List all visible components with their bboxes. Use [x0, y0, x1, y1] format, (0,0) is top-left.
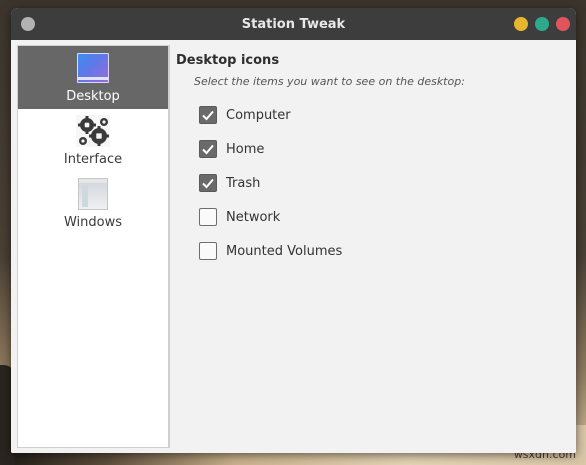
checkmark-icon: [202, 110, 214, 121]
checkbox-unchecked[interactable]: [199, 242, 217, 260]
option-network[interactable]: Network: [199, 200, 566, 234]
checkbox-checked[interactable]: [199, 174, 217, 192]
checkmark-icon: [202, 144, 214, 155]
option-trash[interactable]: Trash: [199, 166, 566, 200]
pane-divider[interactable]: [169, 45, 170, 448]
titlebar[interactable]: Station Tweak: [11, 8, 576, 40]
sidebar-item-label: Interface: [63, 152, 123, 167]
checkbox-checked[interactable]: [199, 140, 217, 158]
station-tweak-window: Station Tweak Desktop Interface Windows …: [11, 8, 576, 453]
maximize-button[interactable]: [535, 17, 549, 31]
sidebar-item-desktop[interactable]: Desktop: [18, 46, 168, 109]
option-label: Mounted Volumes: [226, 243, 343, 259]
checkmark-icon: [202, 178, 214, 189]
minimize-button[interactable]: [514, 17, 528, 31]
sidebar-item-label: Desktop: [66, 89, 120, 104]
option-label: Computer: [226, 107, 291, 123]
close-button[interactable]: [556, 17, 570, 31]
option-home[interactable]: Home: [199, 132, 566, 166]
option-label: Home: [226, 141, 265, 157]
option-label: Network: [226, 209, 281, 225]
option-mounted-volumes[interactable]: Mounted Volumes: [199, 234, 566, 268]
desktop-icon: [76, 52, 110, 84]
sidebar-item-windows[interactable]: Windows: [18, 172, 168, 235]
window-title: Station Tweak: [241, 16, 346, 32]
desktop-icons-panel: Desktop icons Select the items you want …: [176, 44, 566, 448]
sidebar-item-interface[interactable]: Interface: [18, 109, 168, 172]
checkbox-unchecked[interactable]: [199, 208, 217, 226]
checkbox-checked[interactable]: [199, 106, 217, 124]
sidebar: Desktop Interface Windows: [17, 45, 169, 448]
sidebar-item-label: Windows: [63, 215, 123, 230]
option-list: Computer Home Trash Network Mounted Volu…: [199, 98, 566, 268]
panel-heading: Desktop icons: [176, 53, 280, 68]
panel-subtitle: Select the items you want to see on the …: [194, 75, 465, 88]
option-computer[interactable]: Computer: [199, 98, 566, 132]
gears-icon: [76, 115, 110, 147]
option-label: Trash: [226, 175, 261, 191]
window-menu-button[interactable]: [21, 17, 35, 31]
window-content: Desktop Interface Windows Desktop icons …: [11, 40, 576, 453]
window-icon: [76, 178, 110, 210]
